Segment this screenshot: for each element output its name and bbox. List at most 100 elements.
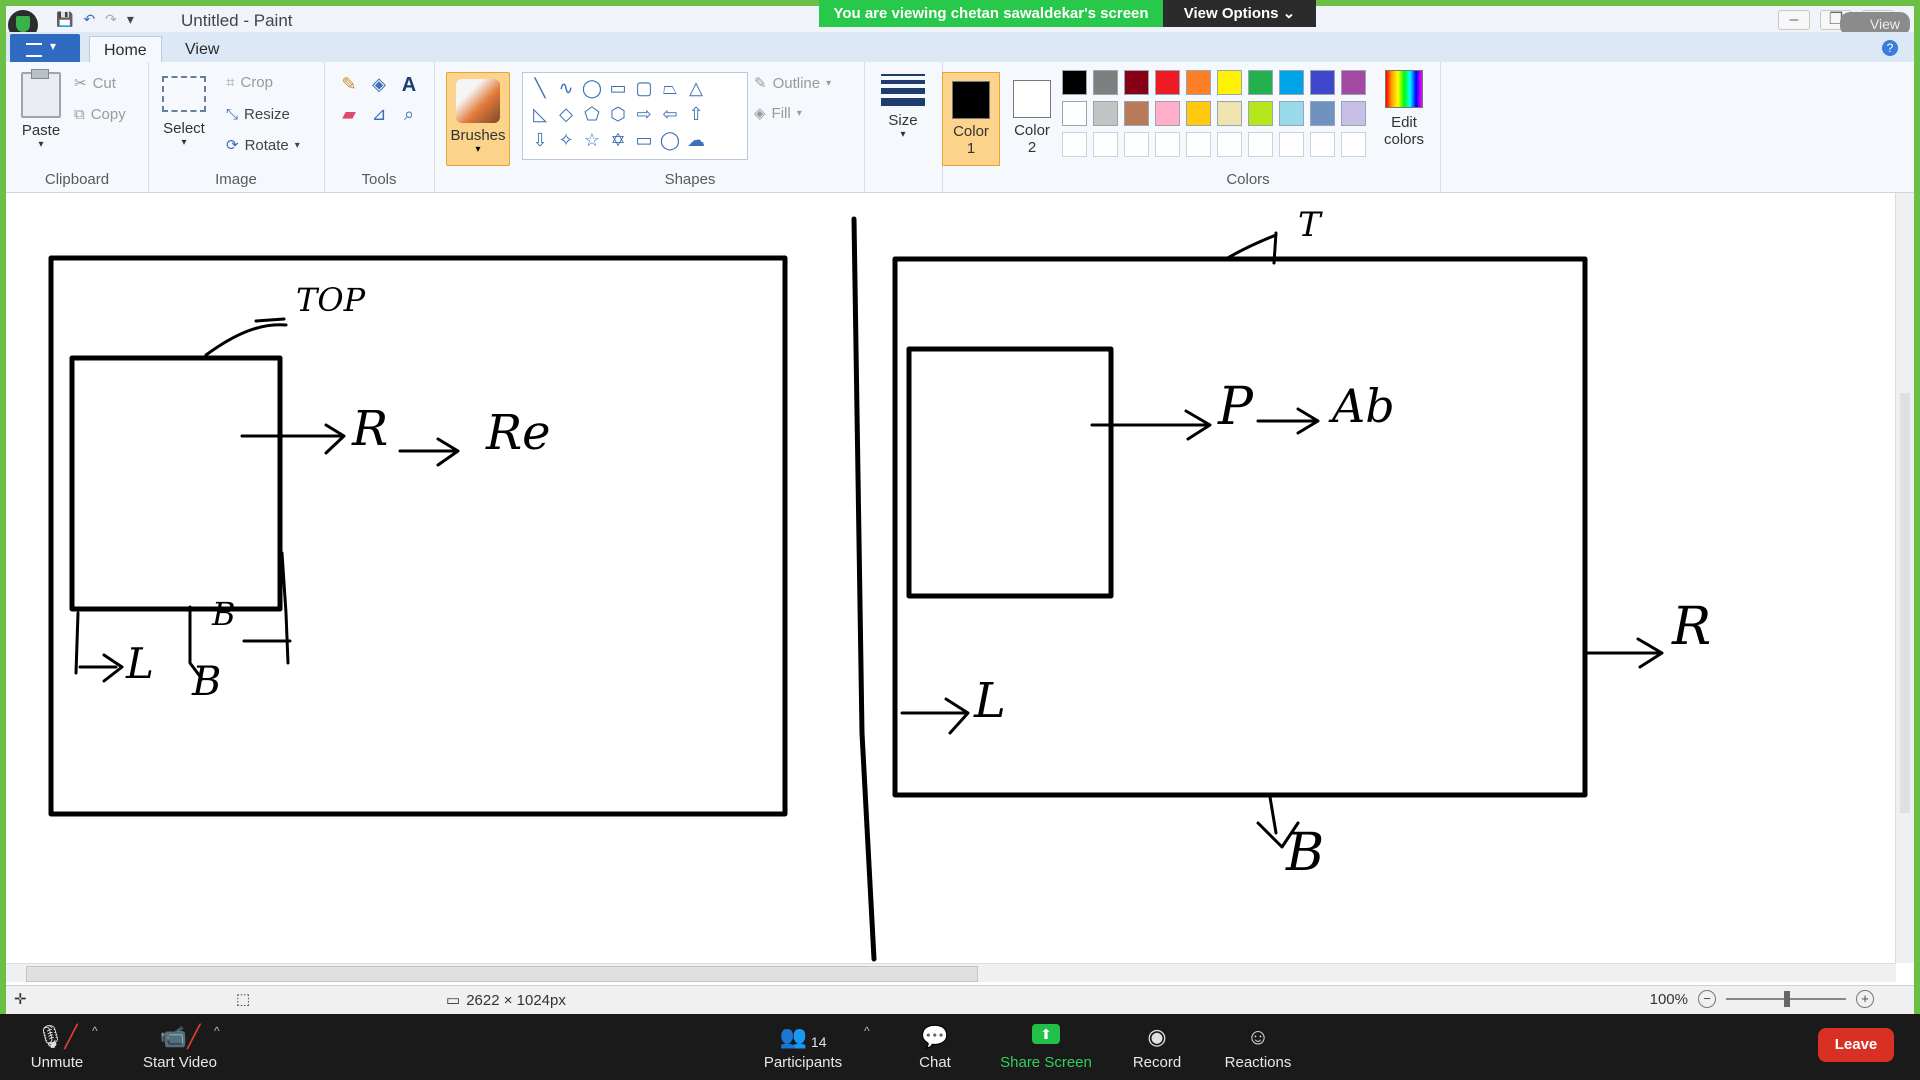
file-menu-button[interactable] — [10, 34, 80, 62]
share-screen-button[interactable]: ⬆ Share Screen — [998, 1014, 1094, 1080]
drawing-canvas[interactable]: TOP R Re L B B T P Ab R L B — [6, 193, 1902, 963]
left-arrow-shape-icon[interactable]: ⇦ — [657, 101, 683, 127]
up-arrow-shape-icon[interactable]: ⇧ — [683, 101, 709, 127]
customize-qat-icon[interactable]: ▾ — [127, 11, 134, 28]
oval-callout-shape-icon[interactable]: ◯ — [657, 127, 683, 153]
pentagon-shape-icon[interactable]: ⬠ — [579, 101, 605, 127]
palette-swatch[interactable] — [1341, 101, 1366, 126]
palette-swatch[interactable] — [1279, 132, 1304, 157]
rectangle-shape-icon[interactable]: ▭ — [605, 75, 631, 101]
view-options-button[interactable]: View Options ⌄ — [1163, 0, 1316, 27]
help-icon[interactable]: ? — [1882, 40, 1898, 56]
palette-swatch[interactable] — [1248, 70, 1273, 95]
palette-swatch[interactable] — [1124, 132, 1149, 157]
reactions-button[interactable]: ☺ Reactions — [1222, 1014, 1294, 1080]
rounded-rectangle-shape-icon[interactable]: ▢ — [631, 75, 657, 101]
triangle-shape-icon[interactable]: △ — [683, 75, 709, 101]
fill-button[interactable]: ◈ Fill ▾ — [754, 104, 802, 123]
palette-swatch[interactable] — [1062, 132, 1087, 157]
palette-swatch[interactable] — [1062, 101, 1087, 126]
copy-button[interactable]: ⧉ Copy — [74, 106, 126, 123]
palette-swatch[interactable] — [1341, 132, 1366, 157]
hexagon-shape-icon[interactable]: ⬡ — [605, 101, 631, 127]
palette-swatch[interactable] — [1217, 132, 1242, 157]
palette-swatch[interactable] — [1155, 132, 1180, 157]
palette-swatch[interactable] — [1248, 132, 1273, 157]
paste-button[interactable]: Paste ▾ — [16, 69, 66, 150]
diamond-shape-icon[interactable]: ◇ — [553, 101, 579, 127]
oval-shape-icon[interactable]: ◯ — [579, 75, 605, 101]
color1-button[interactable]: Color 1 — [942, 72, 1000, 166]
pencil-icon[interactable]: ✎ — [334, 74, 364, 104]
cloud-callout-shape-icon[interactable]: ☁ — [683, 127, 709, 153]
select-button[interactable]: Select ▾ — [158, 76, 210, 148]
palette-swatch[interactable] — [1186, 70, 1211, 95]
record-button[interactable]: ◉ Record — [1130, 1014, 1184, 1080]
palette-swatch[interactable] — [1093, 70, 1118, 95]
zoom-in-icon[interactable]: + — [1856, 990, 1874, 1008]
eraser-icon[interactable]: ▰ — [334, 104, 364, 134]
tab-view[interactable]: View — [171, 36, 233, 63]
undo-icon[interactable]: ↶ — [83, 11, 95, 28]
zoom-slider[interactable] — [1726, 991, 1846, 1007]
crop-button[interactable]: ⌗ Crop — [226, 74, 273, 91]
leave-button[interactable]: Leave — [1818, 1028, 1894, 1062]
palette-swatch[interactable] — [1124, 101, 1149, 126]
participants-options-caret[interactable]: ^ — [864, 1024, 870, 1038]
horizontal-scrollbar[interactable] — [6, 963, 1896, 982]
right-triangle-shape-icon[interactable]: ◺ — [527, 101, 553, 127]
rect-callout-shape-icon[interactable]: ▭ — [631, 127, 657, 153]
palette-swatch[interactable] — [1310, 132, 1335, 157]
size-button[interactable]: Size ▾ — [876, 74, 930, 140]
palette-swatch[interactable] — [1310, 101, 1335, 126]
palette-swatch[interactable] — [1093, 101, 1118, 126]
palette-swatch[interactable] — [1186, 101, 1211, 126]
palette-swatch[interactable] — [1155, 101, 1180, 126]
brushes-button[interactable]: Brushes ▾ — [446, 72, 510, 166]
audio-options-caret[interactable]: ^ — [92, 1024, 98, 1038]
magnifier-icon[interactable]: ⌕ — [394, 104, 424, 134]
palette-swatch[interactable] — [1093, 132, 1118, 157]
down-arrow-shape-icon[interactable]: ⇩ — [527, 127, 553, 153]
color2-button[interactable]: Color 2 — [1004, 72, 1060, 164]
shapes-gallery[interactable]: ╲ ∿ ◯ ▭ ▢ ⏢ △ ◺ ◇ ⬠ ⬡ ⇨ ⇦ ⇧ ⇩ ✧ ☆ ✡ ▭ ◯ … — [522, 72, 748, 160]
line-shape-icon[interactable]: ╲ — [527, 75, 553, 101]
palette-swatch[interactable] — [1341, 70, 1366, 95]
minimize-icon[interactable]: – — [1778, 10, 1810, 30]
palette-swatch[interactable] — [1279, 70, 1304, 95]
video-options-caret[interactable]: ^ — [214, 1024, 220, 1038]
tab-home[interactable]: Home — [89, 36, 162, 64]
zoom-out-icon[interactable]: − — [1698, 990, 1716, 1008]
four-point-star-shape-icon[interactable]: ✧ — [553, 127, 579, 153]
unmute-button[interactable]: 🎙╱ Unmute — [22, 1014, 92, 1080]
cut-button[interactable]: ✂ Cut — [74, 74, 116, 93]
tools-group: ✎ ◈ A ▰ ⊿ ⌕ Tools — [324, 62, 435, 192]
curve-shape-icon[interactable]: ∿ — [553, 75, 579, 101]
fill-bucket-icon[interactable]: ◈ — [364, 74, 394, 104]
save-icon[interactable]: 💾 — [56, 11, 73, 28]
right-arrow-shape-icon[interactable]: ⇨ — [631, 101, 657, 127]
palette-swatch[interactable] — [1062, 70, 1087, 95]
resize-button[interactable]: ⤡ Resize — [226, 106, 290, 123]
palette-swatch[interactable] — [1186, 132, 1211, 157]
palette-swatch[interactable] — [1248, 101, 1273, 126]
palette-swatch[interactable] — [1279, 101, 1304, 126]
chat-button[interactable]: 💬 Chat — [914, 1014, 956, 1080]
participants-button[interactable]: 👥 14 Participants — [760, 1014, 846, 1080]
outline-button[interactable]: ✎ Outline ▾ — [754, 74, 831, 93]
rotate-button[interactable]: ⟳ Rotate ▾ — [226, 136, 300, 155]
redo-icon[interactable]: ↷ — [105, 11, 117, 28]
palette-swatch[interactable] — [1310, 70, 1335, 95]
palette-swatch[interactable] — [1124, 70, 1149, 95]
palette-swatch[interactable] — [1217, 101, 1242, 126]
horizontal-scroll-thumb[interactable] — [26, 966, 978, 982]
vertical-scrollbar[interactable] — [1895, 193, 1914, 963]
five-point-star-shape-icon[interactable]: ☆ — [579, 127, 605, 153]
color-picker-icon[interactable]: ⊿ — [364, 104, 394, 134]
palette-swatch[interactable] — [1155, 70, 1180, 95]
text-icon[interactable]: A — [394, 74, 424, 104]
six-point-star-shape-icon[interactable]: ✡ — [605, 127, 631, 153]
palette-swatch[interactable] — [1217, 70, 1242, 95]
edit-colors-button[interactable]: Edit colors — [1376, 70, 1432, 148]
polygon-shape-icon[interactable]: ⏢ — [657, 75, 683, 101]
